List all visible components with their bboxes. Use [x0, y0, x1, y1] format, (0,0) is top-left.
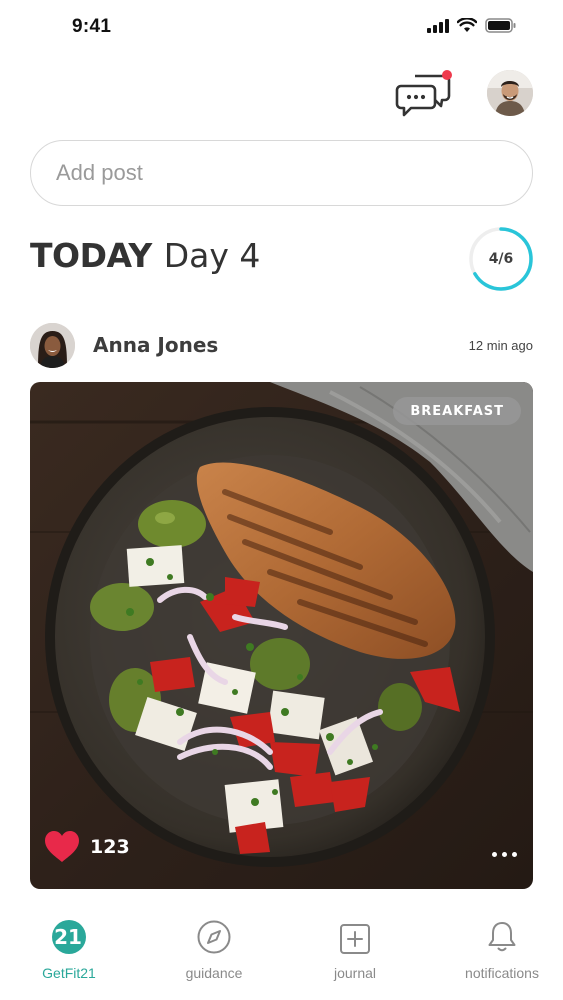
like-count: 123 [90, 835, 130, 858]
post-header: Anna Jones 12 min ago [30, 322, 533, 368]
more-options-button[interactable] [488, 848, 521, 861]
notification-dot [442, 70, 452, 80]
profile-avatar[interactable] [487, 70, 533, 116]
svg-text:21: 21 [54, 925, 82, 949]
compass-icon [197, 920, 231, 954]
meal-tag-badge: BREAKFAST [393, 397, 521, 425]
tab-label-getfit21: GetFit21 [42, 965, 96, 981]
author-name[interactable]: Anna Jones [93, 333, 218, 357]
post-photo[interactable]: BREAKFAST 123 [30, 382, 533, 889]
meal-photo [30, 382, 533, 889]
getfit21-logo-icon: 21 [52, 920, 86, 954]
tab-notifications[interactable]: notifications [447, 919, 557, 981]
status-time: 9:41 [72, 16, 112, 37]
tab-label-journal: journal [333, 965, 377, 981]
chat-bubbles-icon [395, 70, 452, 117]
progress-text: 4/6 [488, 251, 514, 267]
add-post-input[interactable] [30, 140, 533, 206]
profile-photo [487, 70, 533, 116]
post-timestamp: 12 min ago [468, 337, 533, 353]
tab-label-notifications: notifications [465, 965, 539, 981]
bell-icon [488, 922, 516, 952]
plus-square-icon [340, 924, 370, 954]
tab-journal[interactable]: journal [300, 923, 410, 981]
today-label: TODAY [30, 236, 152, 275]
like-button[interactable]: 123 [44, 830, 130, 863]
status-bar: 9:41 [0, 0, 563, 54]
day-progress-ring[interactable]: 4/6 [466, 224, 536, 294]
header-actions [395, 68, 533, 118]
author-avatar[interactable] [30, 322, 75, 368]
battery-icon [485, 18, 516, 33]
bottom-tab-bar: 21 GetFit21 guidance journal notificatio… [0, 905, 563, 1000]
cellular-signal-icon [427, 18, 449, 33]
more-dots-icon [492, 852, 497, 857]
heart-icon [45, 831, 79, 862]
status-icons [427, 18, 517, 33]
day-label: Day 4 [163, 236, 261, 275]
tab-label-guidance: guidance [185, 965, 243, 981]
tab-guidance[interactable]: guidance [159, 919, 269, 981]
tab-getfit21[interactable]: 21 GetFit21 [14, 919, 124, 981]
today-heading: TODAY Day 4 [30, 236, 260, 275]
messages-button[interactable] [395, 68, 455, 118]
wifi-icon [457, 18, 477, 32]
